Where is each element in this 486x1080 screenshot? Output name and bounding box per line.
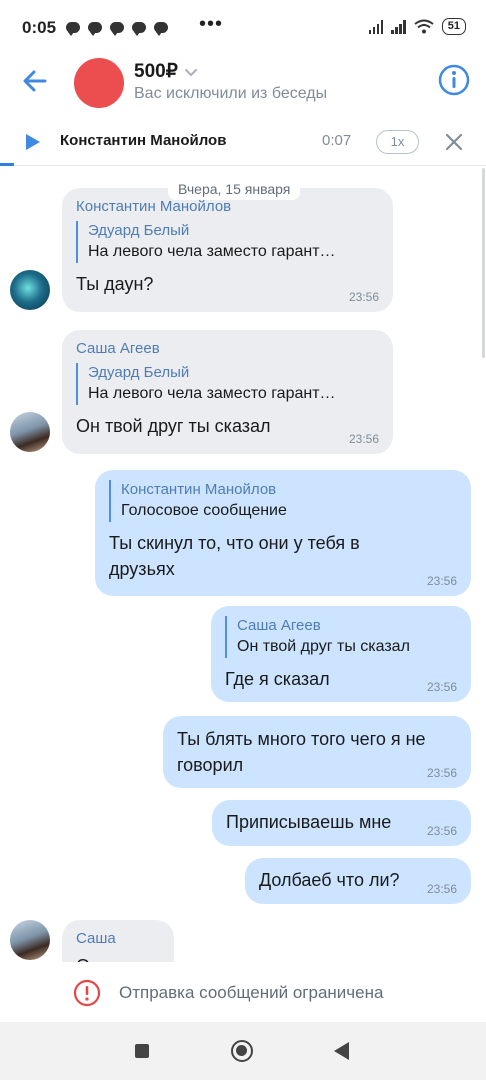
wifi-icon [414,19,434,34]
restriction-text: Отправка сообщений ограничена [119,983,384,1002]
message-text: Приписываешь мне [226,812,392,832]
notification-icons [66,22,168,36]
message-time: 23:56 [426,574,457,588]
scrollbar[interactable] [482,168,485,358]
signal-icon [368,19,384,34]
message-bubble-outgoing[interactable]: Долбаеб что ли? 23:56 [245,858,471,904]
sender-name[interactable]: Константин Манойлов [76,198,379,215]
chat-notification-icon [66,22,80,36]
quote-text: На левого чела заместо гарант… [88,243,336,260]
message-text: Он [76,953,160,962]
message-text: Где я сказал [225,669,330,689]
back-icon[interactable] [334,1042,349,1060]
message-text: Он твой друг ты сказал [76,416,271,436]
info-icon[interactable] [438,64,470,96]
quote-author: Константин Манойлов [121,481,277,498]
message-text-line: друзьях [109,559,175,579]
reply-quote[interactable]: Эдуард Белый На левого чела заместо гара… [76,221,379,263]
messaging-restricted-banner: Отправка сообщений ограничена [0,962,486,1022]
quote-author: Саша Агеев [237,617,321,634]
message-time: 23:56 [348,432,379,446]
play-icon[interactable] [26,134,40,150]
system-navigation-bar [0,1022,486,1080]
conversation-avatar[interactable] [74,58,124,108]
system-icons: 51 [368,18,466,35]
sender-name[interactable]: Саша [76,930,160,947]
chevron-down-icon [184,68,197,76]
message-bubble-outgoing[interactable]: Константин Манойлов Голосовое сообщение … [95,470,471,596]
app-window: 0:05 ••• 51 500₽ Вас исключили из беседы… [0,0,486,1080]
quote-text: Голосовое сообщение [121,502,287,519]
message-time: 23:56 [426,824,457,838]
conversation-title-text: 500₽ [134,61,178,82]
message-bubble-outgoing[interactable]: Саша Агеев Он твой друг ты сказал Где я … [211,606,471,702]
status-bar: 0:05 ••• 51 [0,0,486,52]
chat-notification-icon [132,22,146,36]
quote-author: Эдуард Белый [88,222,190,239]
reply-quote[interactable]: Эдуард Белый На левого чела заместо гара… [76,363,379,405]
audio-time: 0:07 [322,132,352,149]
quote-text: Он твой друг ты сказал [237,638,410,655]
message-bubble-outgoing[interactable]: Приписываешь мне 23:56 [212,800,471,846]
message-time: 23:56 [426,766,457,780]
audio-player-bar: Константин Манойлов 0:07 1x [0,118,486,166]
chat-notification-icon [154,22,168,36]
message-time: 23:56 [426,882,457,896]
message-bubble-outgoing[interactable]: Ты блять много того чего я не говорил 23… [163,716,471,788]
clock: 0:05 [22,18,57,37]
message-text: Ты даун? [76,274,154,294]
quote-author: Эдуард Белый [88,364,190,381]
message-list[interactable]: Константин Манойлов Эдуард Белый На лево… [0,166,486,962]
message-time: 23:56 [426,680,457,694]
message-text-line: Ты блять много того чего я не [177,729,426,749]
playback-speed-button[interactable]: 1x [376,130,419,154]
message-bubble-incoming[interactable]: Саша Агеев Эдуард Белый На левого чела з… [62,330,393,454]
back-arrow-icon[interactable] [18,64,52,98]
audio-author[interactable]: Константин Манойлов [60,132,226,149]
chat-header: 500₽ Вас исключили из беседы [0,52,486,110]
message-bubble-incoming[interactable]: Саша Он [62,920,174,962]
message-bubble-incoming[interactable]: Константин Манойлов Эдуард Белый На лево… [62,188,393,312]
battery-indicator: 51 [441,18,466,35]
message-text-line: говорил [177,755,244,775]
chat-notification-icon [88,22,102,36]
close-icon[interactable] [444,132,464,152]
reply-quote[interactable]: Саша Агеев Он твой друг ты сказал [225,616,457,658]
avatar[interactable] [10,270,50,310]
message-text-line: Ты скинул то, что они у тебя в [109,533,360,553]
conversation-subtitle: Вас исключили из беседы [134,85,328,102]
date-separator: Вчера, 15 января [168,178,301,200]
recent-apps-icon[interactable] [135,1044,149,1058]
avatar[interactable] [10,920,50,960]
avatar[interactable] [10,412,50,452]
warning-icon [73,979,101,1007]
home-icon[interactable] [231,1040,253,1062]
reply-quote[interactable]: Константин Манойлов Голосовое сообщение [109,480,457,522]
more-notifications-icon: ••• [199,13,224,35]
message-time: 23:56 [348,290,379,304]
chat-notification-icon [110,22,124,36]
signal-icon [391,19,406,34]
conversation-title[interactable]: 500₽ [134,60,198,83]
sender-name[interactable]: Саша Агеев [76,340,379,357]
quote-text: На левого чела заместо гарант… [88,385,336,402]
